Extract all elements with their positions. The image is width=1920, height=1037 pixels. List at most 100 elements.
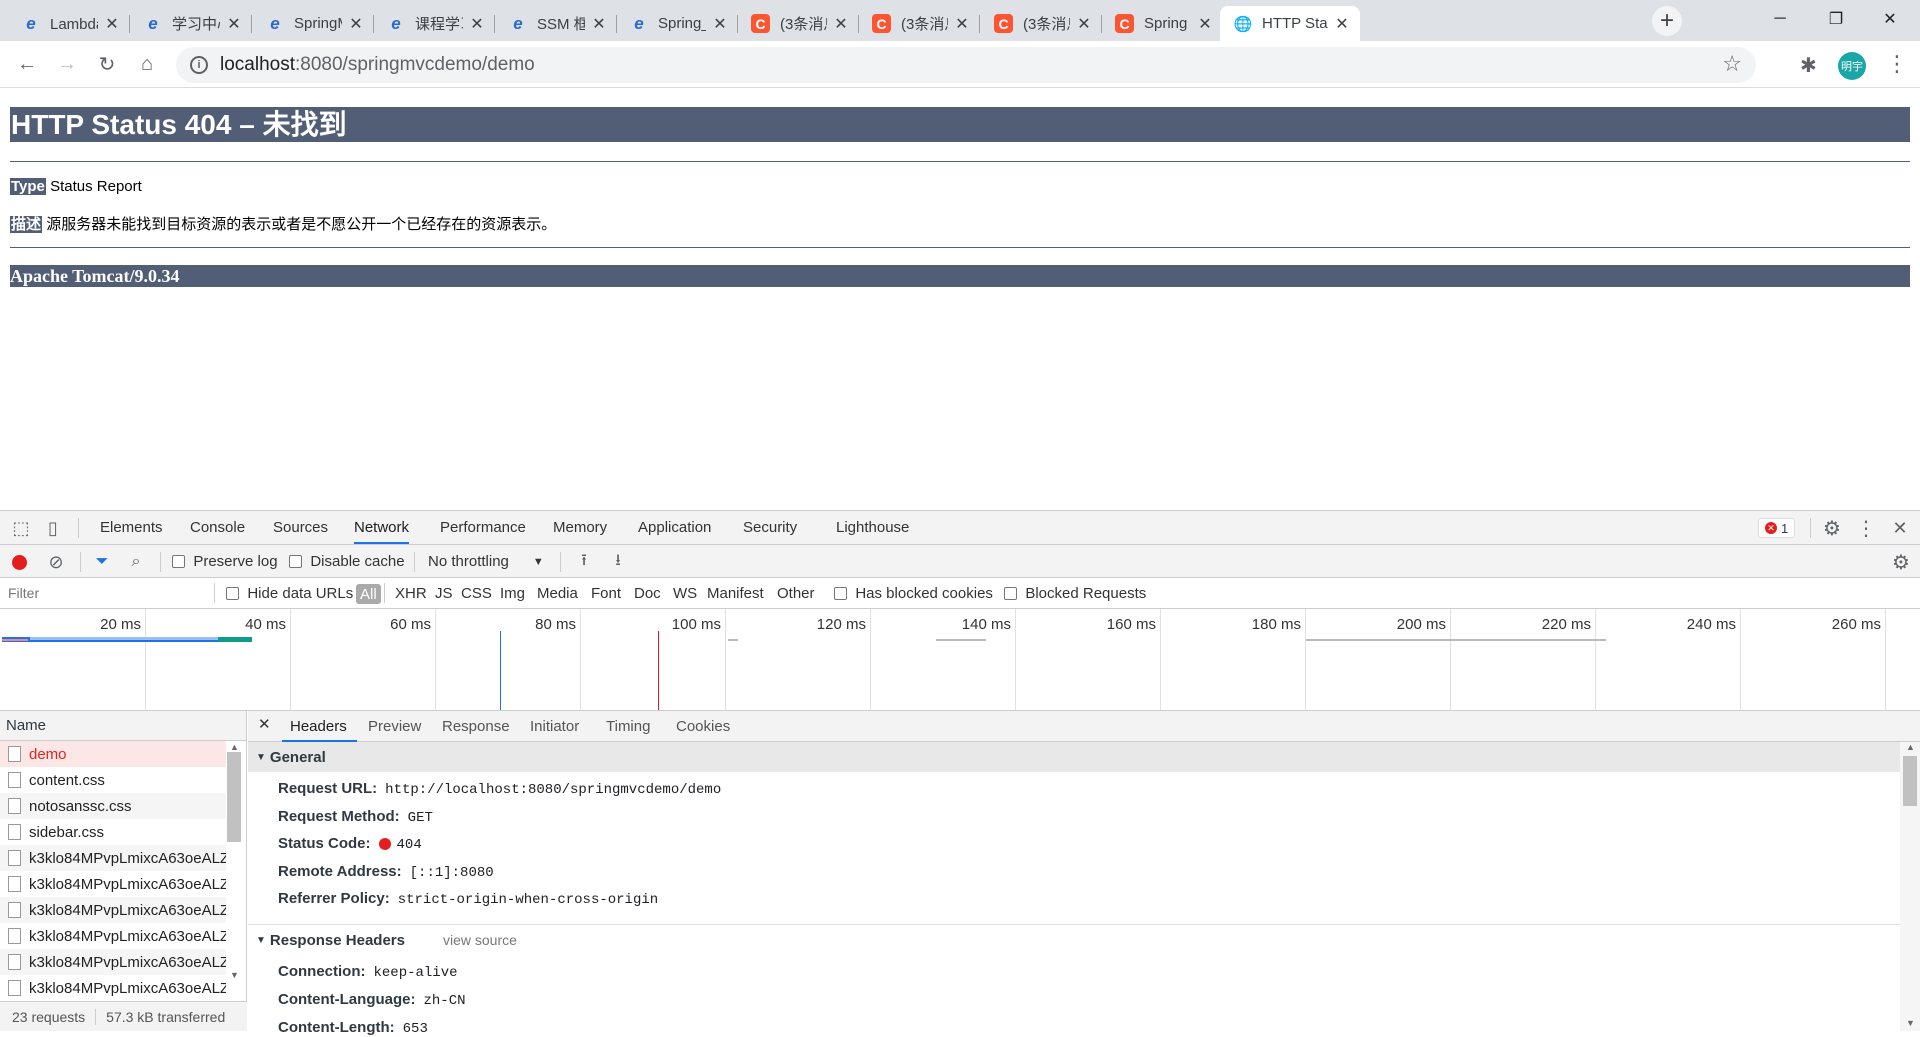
preserve-log-checkbox[interactable]: Preserve log [172, 545, 278, 578]
type-filter-font[interactable]: Font [591, 578, 621, 609]
error-count-badge[interactable]: ✕ 1 [1758, 518, 1796, 538]
browser-tab[interactable]: C (3条消息) ✕ [980, 6, 1102, 41]
devtools-tab-sources[interactable]: Sources [273, 511, 328, 544]
devtools-menu-icon[interactable]: ⋮ [1856, 516, 1876, 540]
browser-tab[interactable]: C (3条消息) ✕ [737, 6, 859, 41]
hide-data-urls-checkbox[interactable]: Hide data URLs [226, 578, 353, 609]
address-bar[interactable]: i localhost:8080/springmvcdemo/demo ☆ [176, 47, 1756, 83]
browser-tab[interactable]: e Lambda表 ✕ [8, 6, 130, 41]
devtools-tab-application[interactable]: Application [638, 511, 711, 544]
detail-tab-cookies[interactable]: Cookies [676, 711, 730, 742]
checkbox[interactable] [172, 555, 185, 568]
reload-button[interactable]: ↻ [92, 49, 122, 79]
devtools-tab-memory[interactable]: Memory [553, 511, 607, 544]
home-button[interactable]: ⌂ [132, 49, 162, 79]
detail-tab-timing[interactable]: Timing [606, 711, 650, 742]
inspect-element-icon[interactable]: ⬚ [10, 517, 32, 539]
checkbox[interactable] [834, 587, 847, 600]
forward-button[interactable]: → [52, 49, 82, 79]
browser-tab[interactable]: C (3条消息) ✕ [858, 6, 980, 41]
devtools-tab-elements[interactable]: Elements [100, 511, 163, 544]
checkbox[interactable] [289, 555, 302, 568]
type-filter-manifest[interactable]: Manifest [707, 578, 764, 609]
network-settings-gear-icon[interactable]: ⚙ [1890, 551, 1912, 574]
detail-tab-preview[interactable]: Preview [368, 711, 421, 742]
scroll-up-icon[interactable]: ▲ [1906, 742, 1915, 752]
close-tab-icon[interactable]: ✕ [833, 14, 849, 34]
export-har-icon[interactable]: ⭳ [608, 552, 628, 572]
name-column-header[interactable]: Name [0, 711, 246, 741]
clear-icon[interactable]: ⊘ [46, 552, 66, 572]
checkbox[interactable] [226, 587, 239, 600]
browser-tab[interactable]: e 课程学习 ✕ [373, 6, 495, 41]
browser-tab[interactable]: C Spring Ac ✕ [1101, 6, 1223, 41]
browser-tab[interactable]: e 学习中心- ✕ [130, 6, 252, 41]
settings-gear-icon[interactable]: ⚙ [1820, 516, 1844, 540]
browser-tab[interactable]: 🌐 HTTP Stat ✕ [1220, 6, 1360, 41]
general-section-header[interactable]: ▼ General [248, 742, 1900, 772]
close-tab-icon[interactable]: ✕ [1076, 14, 1092, 34]
close-tab-icon[interactable]: ✕ [348, 14, 364, 34]
type-filter-css[interactable]: CSS [461, 578, 492, 609]
devtools-tab-console[interactable]: Console [190, 511, 245, 544]
devtools-tab-security[interactable]: Security [743, 511, 797, 544]
new-tab-button[interactable]: + [1652, 6, 1682, 36]
browser-tab[interactable]: e SpringMV ✕ [252, 6, 374, 41]
scroll-up-icon[interactable]: ▲ [230, 742, 239, 752]
scroll-down-icon[interactable]: ▼ [1906, 1018, 1915, 1028]
browser-tab[interactable]: e SSM 框架 ✕ [495, 6, 617, 41]
back-button[interactable]: ← [12, 49, 42, 79]
close-tab-icon[interactable]: ✕ [591, 14, 607, 34]
type-filter-media[interactable]: Media [537, 578, 578, 609]
detail-tab-response[interactable]: Response [442, 711, 510, 742]
request-row[interactable]: k3klo84MPvpLmixcA63oeALZ [0, 845, 226, 871]
site-info-icon[interactable]: i [190, 56, 208, 74]
filter-input[interactable] [4, 582, 210, 604]
device-toolbar-icon[interactable]: ▯ [42, 517, 64, 539]
import-har-icon[interactable]: ⭱ [574, 552, 594, 572]
request-row[interactable]: k3klo84MPvpLmixcA63oeALZ [0, 975, 226, 1001]
close-tab-icon[interactable]: ✕ [104, 14, 120, 34]
detail-scrollbar[interactable]: ▲ ▼ [1900, 742, 1920, 1031]
blocked-requests-checkbox[interactable]: Blocked Requests [1004, 578, 1146, 609]
checkbox[interactable] [1004, 587, 1017, 600]
type-filter-all[interactable]: All [356, 584, 381, 604]
throttling-select[interactable]: No throttling ▼ [428, 545, 544, 578]
close-window-button[interactable]: ✕ [1862, 0, 1918, 38]
disable-cache-checkbox[interactable]: Disable cache [289, 545, 405, 578]
minimize-window-button[interactable]: ─ [1752, 0, 1808, 38]
request-row[interactable]: k3klo84MPvpLmixcA63oeALZ [0, 871, 226, 897]
type-filter-doc[interactable]: Doc [634, 578, 661, 609]
request-row[interactable]: k3klo84MPvpLmixcA63oeALZ [0, 897, 226, 923]
profile-avatar[interactable]: 明宇 [1838, 52, 1866, 80]
type-filter-other[interactable]: Other [777, 578, 815, 609]
scrollbar-thumb[interactable] [227, 752, 241, 842]
request-row[interactable]: notosanssc.css [0, 793, 226, 819]
response-headers-section-header[interactable]: ▼ Response Headers view source [248, 925, 1900, 955]
request-row[interactable]: content.css [0, 767, 226, 793]
devtools-tab-performance[interactable]: Performance [440, 511, 526, 544]
bookmark-star-icon[interactable]: ☆ [1722, 51, 1742, 77]
type-filter-js[interactable]: JS [435, 578, 453, 609]
scroll-down-icon[interactable]: ▼ [230, 970, 239, 980]
type-filter-ws[interactable]: WS [673, 578, 697, 609]
browser-menu-icon[interactable]: ⋮ [1886, 51, 1908, 77]
close-tab-icon[interactable]: ✕ [469, 14, 485, 34]
request-row[interactable]: sidebar.css [0, 819, 226, 845]
record-button[interactable] [10, 553, 28, 571]
close-tab-icon[interactable]: ✕ [226, 14, 242, 34]
detail-tab-headers[interactable]: Headers [282, 711, 357, 742]
network-timeline-overview[interactable]: 20 ms 40 ms 60 ms 80 ms 100 ms 120 ms 140 ms 16… [0, 609, 1920, 711]
detail-tab-initiator[interactable]: Initiator [530, 711, 579, 742]
type-filter-img[interactable]: Img [500, 578, 525, 609]
restore-window-button[interactable]: ❐ [1808, 0, 1864, 38]
devtools-tab-network[interactable]: Network [354, 511, 410, 544]
close-devtools-icon[interactable]: ✕ [1888, 516, 1912, 540]
devtools-tab-lighthouse[interactable]: Lighthouse [836, 511, 909, 544]
browser-tab[interactable]: e Spring_Sp ✕ [616, 6, 738, 41]
request-row[interactable]: k3klo84MPvpLmixcA63oeALZ [0, 923, 226, 949]
extensions-puzzle-icon[interactable]: ✱ [1800, 53, 1817, 78]
close-tab-icon[interactable]: ✕ [1197, 14, 1213, 34]
close-tab-icon[interactable]: ✕ [954, 14, 970, 34]
request-row[interactable]: k3klo84MPvpLmixcA63oeALZ [0, 949, 226, 975]
